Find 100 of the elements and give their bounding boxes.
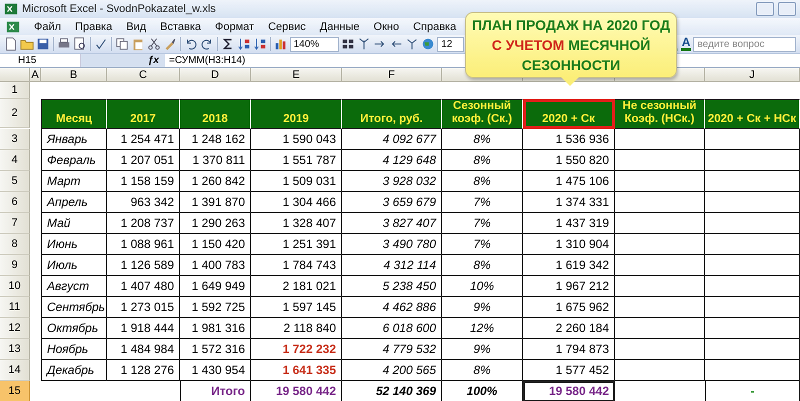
- table-cell: 7%: [442, 192, 523, 213]
- column-heading: Сезонный коэф. (Ск.): [442, 99, 523, 129]
- table-cell: 52 140 369: [342, 381, 442, 401]
- table-cell: 1 551 787: [251, 150, 342, 171]
- table-cell: 963 342: [107, 192, 180, 213]
- table-cell: 1 128 276: [107, 360, 180, 381]
- table-cell: 1 475 106: [523, 171, 615, 192]
- table-cell: 1 126 589: [107, 255, 180, 276]
- table-cell: 1 722 232: [251, 339, 342, 360]
- table-cell: 100%: [442, 381, 523, 401]
- column-heading: 2017: [107, 99, 180, 129]
- month-cell: Январь: [41, 129, 107, 150]
- table-cell: 1 088 961: [107, 234, 180, 255]
- month-cell: Декабрь: [41, 360, 107, 381]
- column-heading: 2018: [180, 99, 251, 129]
- table-cell: 8%: [442, 360, 523, 381]
- table-cell: 1 550 820: [523, 150, 615, 171]
- table-cell: 9%: [442, 339, 523, 360]
- table-cell: 7%: [442, 213, 523, 234]
- table-cell: 1 391 870: [180, 192, 251, 213]
- table-cell: 4 200 565: [342, 360, 442, 381]
- table-cell: 1 597 145: [251, 297, 342, 318]
- column-heading: Не сезонный Коэф. (НСк.): [615, 99, 705, 129]
- table-cell: 4 312 114: [342, 255, 442, 276]
- table-cell: 4 779 532: [342, 339, 442, 360]
- table-cell: 4 129 648: [342, 150, 442, 171]
- window-title: Microsoft Excel - SvodnPokazatel_w.xls: [22, 3, 216, 15]
- table-cell: 1 248 162: [180, 129, 251, 150]
- callout-text: ПЛАН ПРОДАЖ НА 2020 ГОД С УЧЕТОМ МЕСЯЧНОЙ СЕЗОННОСТИ: [471, 16, 671, 75]
- table-cell: 1 260 842: [180, 171, 251, 192]
- table-cell: 9%: [442, 297, 523, 318]
- month-cell: Ноябрь: [41, 339, 107, 360]
- table-cell: 1 290 263: [180, 213, 251, 234]
- table-cell: 1 794 873: [523, 339, 615, 360]
- table-cell: 2 181 021: [251, 276, 342, 297]
- table-cell: 1 641 335: [251, 360, 342, 381]
- month-cell: Июнь: [41, 234, 107, 255]
- table-cell: 6 018 600: [342, 318, 442, 339]
- table-cell: 19 580 442: [523, 381, 615, 401]
- table-cell: 1 407 480: [107, 276, 180, 297]
- month-cell: Октябрь: [41, 318, 107, 339]
- table-cell: 4 092 677: [342, 129, 442, 150]
- table-cell: 1 967 212: [523, 276, 615, 297]
- table-cell: 1 509 031: [251, 171, 342, 192]
- table-cell: 1 254 471: [107, 129, 180, 150]
- table-cell: 4 462 886: [342, 297, 442, 318]
- column-heading: 2020 + Ск + НСк: [705, 99, 800, 129]
- table-cell: 1 918 444: [107, 318, 180, 339]
- table-cell: 1 158 159: [107, 171, 180, 192]
- table-cell: 8%: [442, 255, 523, 276]
- table-cell: 1 590 043: [251, 129, 342, 150]
- table-cell: 1 310 904: [523, 234, 615, 255]
- column-heading: Месяц: [41, 99, 107, 129]
- table-cell: 1 592 725: [180, 297, 251, 318]
- table-cell: 1 400 783: [180, 255, 251, 276]
- table-cell: 5 238 450: [342, 276, 442, 297]
- table-cell: -: [705, 381, 800, 401]
- table-cell: 1 430 954: [180, 360, 251, 381]
- table-cell: 1 328 407: [251, 213, 342, 234]
- table-cell: 7%: [442, 234, 523, 255]
- table-cell: 1 536 936: [523, 129, 615, 150]
- table-cell: 3 827 407: [342, 213, 442, 234]
- month-cell: Апрель: [41, 192, 107, 213]
- month-cell: Июль: [41, 255, 107, 276]
- table-cell: 3 490 780: [342, 234, 442, 255]
- total-label: Итого: [180, 381, 251, 401]
- table-cell: 3 928 032: [342, 171, 442, 192]
- month-cell: Май: [41, 213, 107, 234]
- table-cell: 1 304 466: [251, 192, 342, 213]
- table-cell: 1 207 051: [107, 150, 180, 171]
- month-cell: Март: [41, 171, 107, 192]
- table-cell: 1 784 743: [251, 255, 342, 276]
- table-cell: 1 370 811: [180, 150, 251, 171]
- table-cell: 1 577 452: [523, 360, 615, 381]
- table-cell: 2 118 840: [251, 318, 342, 339]
- column-heading: Итого, руб.: [342, 99, 442, 129]
- month-cell: Февраль: [41, 150, 107, 171]
- table-cell: 1 675 962: [523, 297, 615, 318]
- month-cell: Август: [41, 276, 107, 297]
- table-cell: 3 659 679: [342, 192, 442, 213]
- table-cell: 12%: [442, 318, 523, 339]
- table-cell: 2 260 184: [523, 318, 615, 339]
- column-heading: 2020 + Ск: [523, 99, 615, 129]
- column-heading: 2019: [251, 99, 342, 129]
- table-cell: 19 580 442: [251, 381, 342, 401]
- table-cell: 10%: [442, 276, 523, 297]
- table-cell: 1 251 391: [251, 234, 342, 255]
- table-cell: 1 273 015: [107, 297, 180, 318]
- table-cell: 1 208 737: [107, 213, 180, 234]
- table-cell: 1 572 316: [180, 339, 251, 360]
- table-cell: 1 619 342: [523, 255, 615, 276]
- table-cell: 1 649 949: [180, 276, 251, 297]
- table-cell: 1 374 331: [523, 192, 615, 213]
- table-cell: 1 437 319: [523, 213, 615, 234]
- table-cell: 1 981 316: [180, 318, 251, 339]
- table-cell: 1 150 420: [180, 234, 251, 255]
- table-cell: 1 484 984: [107, 339, 180, 360]
- month-cell: Сентябрь: [41, 297, 107, 318]
- table-cell: 8%: [442, 129, 523, 150]
- table-cell: 8%: [442, 150, 523, 171]
